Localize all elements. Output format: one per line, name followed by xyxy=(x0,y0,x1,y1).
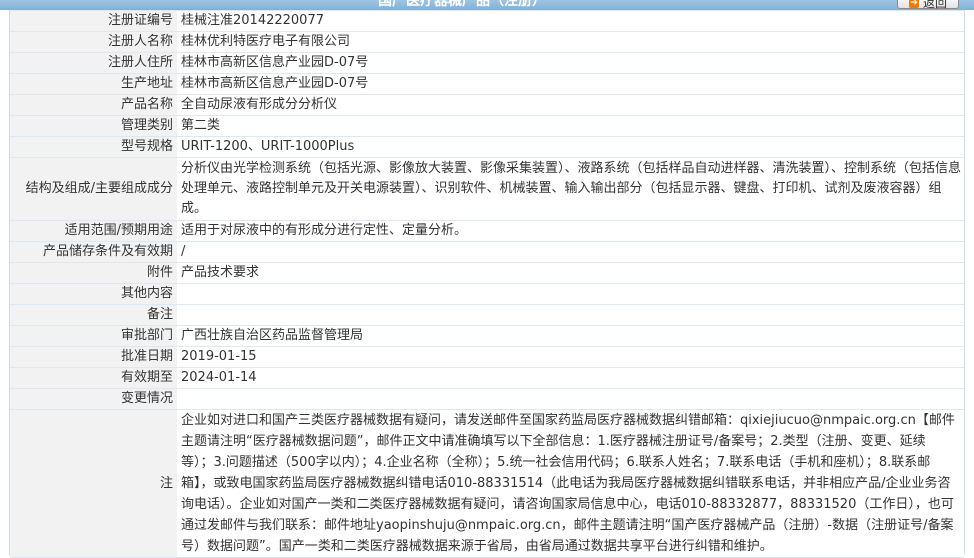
table-row: 审批部门 广西壮族自治区药品监督管理局 xyxy=(10,325,964,347)
detail-panel: 注册证编号 桂械注准20142220077 注册人名称 桂林优利特医疗电子有限公… xyxy=(9,10,965,558)
table-row: 产品储存条件及有效期 / xyxy=(10,241,964,263)
table-row: 注册证编号 桂械注准20142220077 xyxy=(10,10,964,32)
field-value xyxy=(177,304,964,326)
field-label: 变更情况 xyxy=(10,388,177,410)
field-value xyxy=(177,283,964,305)
field-value: 分析仪由光学检测系统（包括光源、影像放大装置、影像采集装置）、液路系统（包括样品… xyxy=(177,157,964,221)
field-label: 型号规格 xyxy=(10,136,177,158)
table-row: 管理类别 第二类 xyxy=(10,115,964,137)
table-row: 适用范围/预期用途 适用于对尿液中的有形成分进行定性、定量分析。 xyxy=(10,220,964,242)
field-value: 桂械注准20142220077 xyxy=(177,10,964,32)
field-label: 注册证编号 xyxy=(10,10,177,32)
table-row: 有效期至 2024-01-14 xyxy=(10,367,964,389)
field-label: 结构及组成/主要组成成分 xyxy=(10,157,177,221)
field-label: 适用范围/预期用途 xyxy=(10,220,177,242)
field-value: 广西壮族自治区药品监督管理局 xyxy=(177,325,964,347)
field-label: 其他内容 xyxy=(10,283,177,305)
field-label: 产品储存条件及有效期 xyxy=(10,241,177,263)
field-value: 桂林优利特医疗电子有限公司 xyxy=(177,31,964,53)
field-label: 批准日期 xyxy=(10,346,177,368)
field-value: / xyxy=(177,241,964,263)
table-row: 结构及组成/主要组成成分 分析仪由光学检测系统（包括光源、影像放大装置、影像采集… xyxy=(10,157,964,221)
field-label: 审批部门 xyxy=(10,325,177,347)
field-value: 适用于对尿液中的有形成分进行定性、定量分析。 xyxy=(177,220,964,242)
field-label: 生产地址 xyxy=(10,73,177,95)
field-value xyxy=(177,388,964,410)
field-value: URIT-1200、URIT-1000Plus xyxy=(177,136,964,158)
note-label: 注 xyxy=(10,409,177,558)
table-row: 注册人住所 桂林市高新区信息产业园D-07号 xyxy=(10,52,964,74)
page-title: 国产医疗器械产品（注册） xyxy=(378,0,546,9)
table-row: 注册人名称 桂林优利特医疗电子有限公司 xyxy=(10,31,964,53)
field-label: 注册人住所 xyxy=(10,52,177,74)
table-row: 产品名称 全自动尿液有形成分分析仪 xyxy=(10,94,964,116)
field-value: 全自动尿液有形成分分析仪 xyxy=(177,94,964,116)
field-label: 管理类别 xyxy=(10,115,177,137)
field-value: 2019-01-15 xyxy=(177,346,964,368)
table-row: 其他内容 xyxy=(10,283,964,305)
field-label: 附件 xyxy=(10,262,177,284)
back-button[interactable]: ➔ 返回 xyxy=(897,0,959,9)
table-row: 附件 产品技术要求 xyxy=(10,262,964,284)
table-row: 批准日期 2019-01-15 xyxy=(10,346,964,368)
field-value: 桂林市高新区信息产业园D-07号 xyxy=(177,73,964,95)
field-value: 第二类 xyxy=(177,115,964,137)
field-label: 备注 xyxy=(10,304,177,326)
field-value: 桂林市高新区信息产业园D-07号 xyxy=(177,52,964,74)
table-row: 变更情况 xyxy=(10,388,964,410)
field-label: 产品名称 xyxy=(10,94,177,116)
note-text: 企业如对进口和国产三类医疗器械数据有疑问，请发送邮件至国家药监局医疗器械数据纠错… xyxy=(177,409,964,558)
table-row: 备注 xyxy=(10,304,964,326)
back-arrow-icon: ➔ xyxy=(908,0,919,8)
field-value: 产品技术要求 xyxy=(177,262,964,284)
table-row: 生产地址 桂林市高新区信息产业园D-07号 xyxy=(10,73,964,95)
detail-table: 注册证编号 桂械注准20142220077 注册人名称 桂林优利特医疗电子有限公… xyxy=(10,10,964,558)
back-button-label: 返回 xyxy=(922,0,947,10)
field-label: 注册人名称 xyxy=(10,31,177,53)
note-row: 注 企业如对进口和国产三类医疗器械数据有疑问，请发送邮件至国家药监局医疗器械数据… xyxy=(10,409,964,558)
field-value: 2024-01-14 xyxy=(177,367,964,389)
field-label: 有效期至 xyxy=(10,367,177,389)
header-bar: 国产医疗器械产品（注册） ➔ 返回 xyxy=(0,0,974,10)
table-row: 型号规格 URIT-1200、URIT-1000Plus xyxy=(10,136,964,158)
